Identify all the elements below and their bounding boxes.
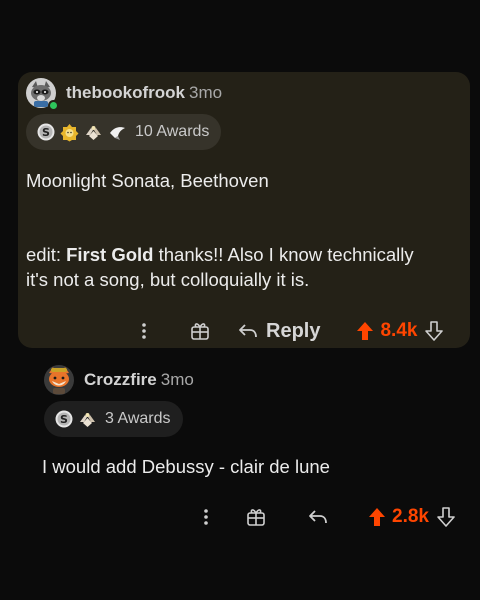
svg-text:S: S [60, 413, 68, 426]
comment-action-bar: Reply 8.4k [132, 316, 444, 346]
svg-text:S: S [42, 126, 50, 139]
more-options-icon[interactable] [132, 322, 156, 340]
downvote-arrow-icon [437, 507, 455, 527]
reply-awards-pill[interactable]: S 3 Awards [44, 401, 183, 437]
edit-prefix: edit: [26, 244, 67, 265]
reply-downvote-button[interactable] [437, 507, 455, 527]
online-status-dot [48, 100, 59, 111]
comment-line-1: Moonlight Sonata, Beethoven [26, 170, 269, 191]
reply-header: Crozzfire 3mo [44, 365, 194, 395]
edit-rest-1: thanks!! Also I know technically [153, 244, 414, 265]
hands-award-icon [84, 123, 103, 142]
reply-age: 3mo [160, 370, 194, 389]
reply-button[interactable]: Reply [238, 320, 320, 343]
reply-reply-icon[interactable] [306, 509, 330, 525]
awards-count: 10 Awards [135, 123, 210, 140]
fox-avatar-icon [44, 365, 74, 395]
reply-action-bar: 2.8k [194, 502, 455, 532]
wing-award-icon [108, 123, 127, 142]
reply-username[interactable]: Crozzfire [84, 370, 157, 390]
upvote-arrow-icon [369, 508, 385, 526]
hands-award-icon [78, 410, 97, 429]
upvote-button[interactable] [356, 321, 374, 341]
reply-score: 2.8k [392, 506, 429, 527]
downvote-button[interactable] [425, 321, 444, 341]
silver-award-icon: S [36, 123, 55, 142]
reply-text: I would add Debussy - clair de lune [42, 456, 330, 477]
reply-more-options-icon[interactable] [194, 508, 218, 526]
score: 8.4k [380, 320, 418, 341]
reply-give-award-icon[interactable] [244, 507, 268, 527]
comment-header: thebookofrook 3mo [26, 78, 223, 111]
reply-arrow-icon [239, 324, 257, 338]
comment-age: 3mo [189, 83, 223, 102]
comment-thread: thebookofrook 3mo S 10 Awards Moonlight … [0, 0, 480, 600]
edit-bold: First Gold [66, 244, 154, 265]
give-award-icon[interactable] [188, 321, 212, 341]
gold-badge-icon [60, 123, 79, 142]
awards-pill[interactable]: S 10 Awards [26, 114, 222, 150]
highlighted-comment: thebookofrook 3mo S 10 Awards Moonlight … [18, 72, 470, 348]
reply-avatar[interactable] [44, 365, 74, 395]
reply-upvote-button[interactable] [368, 507, 386, 527]
downvote-arrow-icon [425, 321, 444, 341]
silver-award-icon: S [54, 410, 73, 429]
reply-label: Reply [266, 319, 321, 342]
comment-edit-line-2: it's not a song, but colloquially it is. [26, 269, 310, 290]
username[interactable]: thebookofrook [66, 83, 185, 103]
avatar[interactable] [26, 78, 59, 111]
comment-edit-line-1: edit: First Gold thanks!! Also I know te… [26, 242, 414, 267]
reply-awards-count: 3 Awards [105, 410, 171, 427]
upvote-arrow-icon [357, 322, 374, 340]
